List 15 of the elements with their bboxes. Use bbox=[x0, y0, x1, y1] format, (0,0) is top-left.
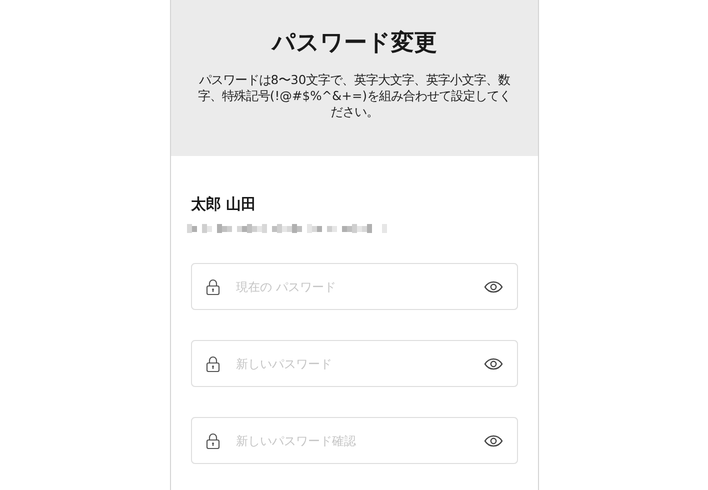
password-input[interactable]: 新しいパスワード bbox=[234, 354, 484, 374]
lock-icon bbox=[206, 278, 220, 294]
page-title: パスワード変更 bbox=[272, 29, 437, 58]
show-password-icon[interactable] bbox=[484, 358, 503, 370]
lock-icon bbox=[206, 356, 220, 372]
password-input[interactable]: 新しいパスワード確認 bbox=[234, 430, 484, 450]
password-rules-text: パスワードは8〜30文字で、英字大文字、英字小文字、数字、特殊記号(!@#$%^&+=)を組み合わせて設定してください。 bbox=[196, 72, 512, 120]
password-field[interactable]: 新しいパスワード bbox=[191, 340, 518, 387]
lock-icon bbox=[206, 432, 220, 448]
password-field[interactable]: 現在の パスワード bbox=[191, 263, 518, 310]
password-input[interactable]: 現在の パスワード bbox=[234, 276, 484, 296]
user-name: 太郎 山田 bbox=[191, 194, 256, 215]
password-field[interactable]: 新しいパスワード確認 bbox=[191, 417, 518, 464]
show-password-icon[interactable] bbox=[484, 280, 503, 292]
show-password-icon[interactable] bbox=[484, 434, 503, 446]
